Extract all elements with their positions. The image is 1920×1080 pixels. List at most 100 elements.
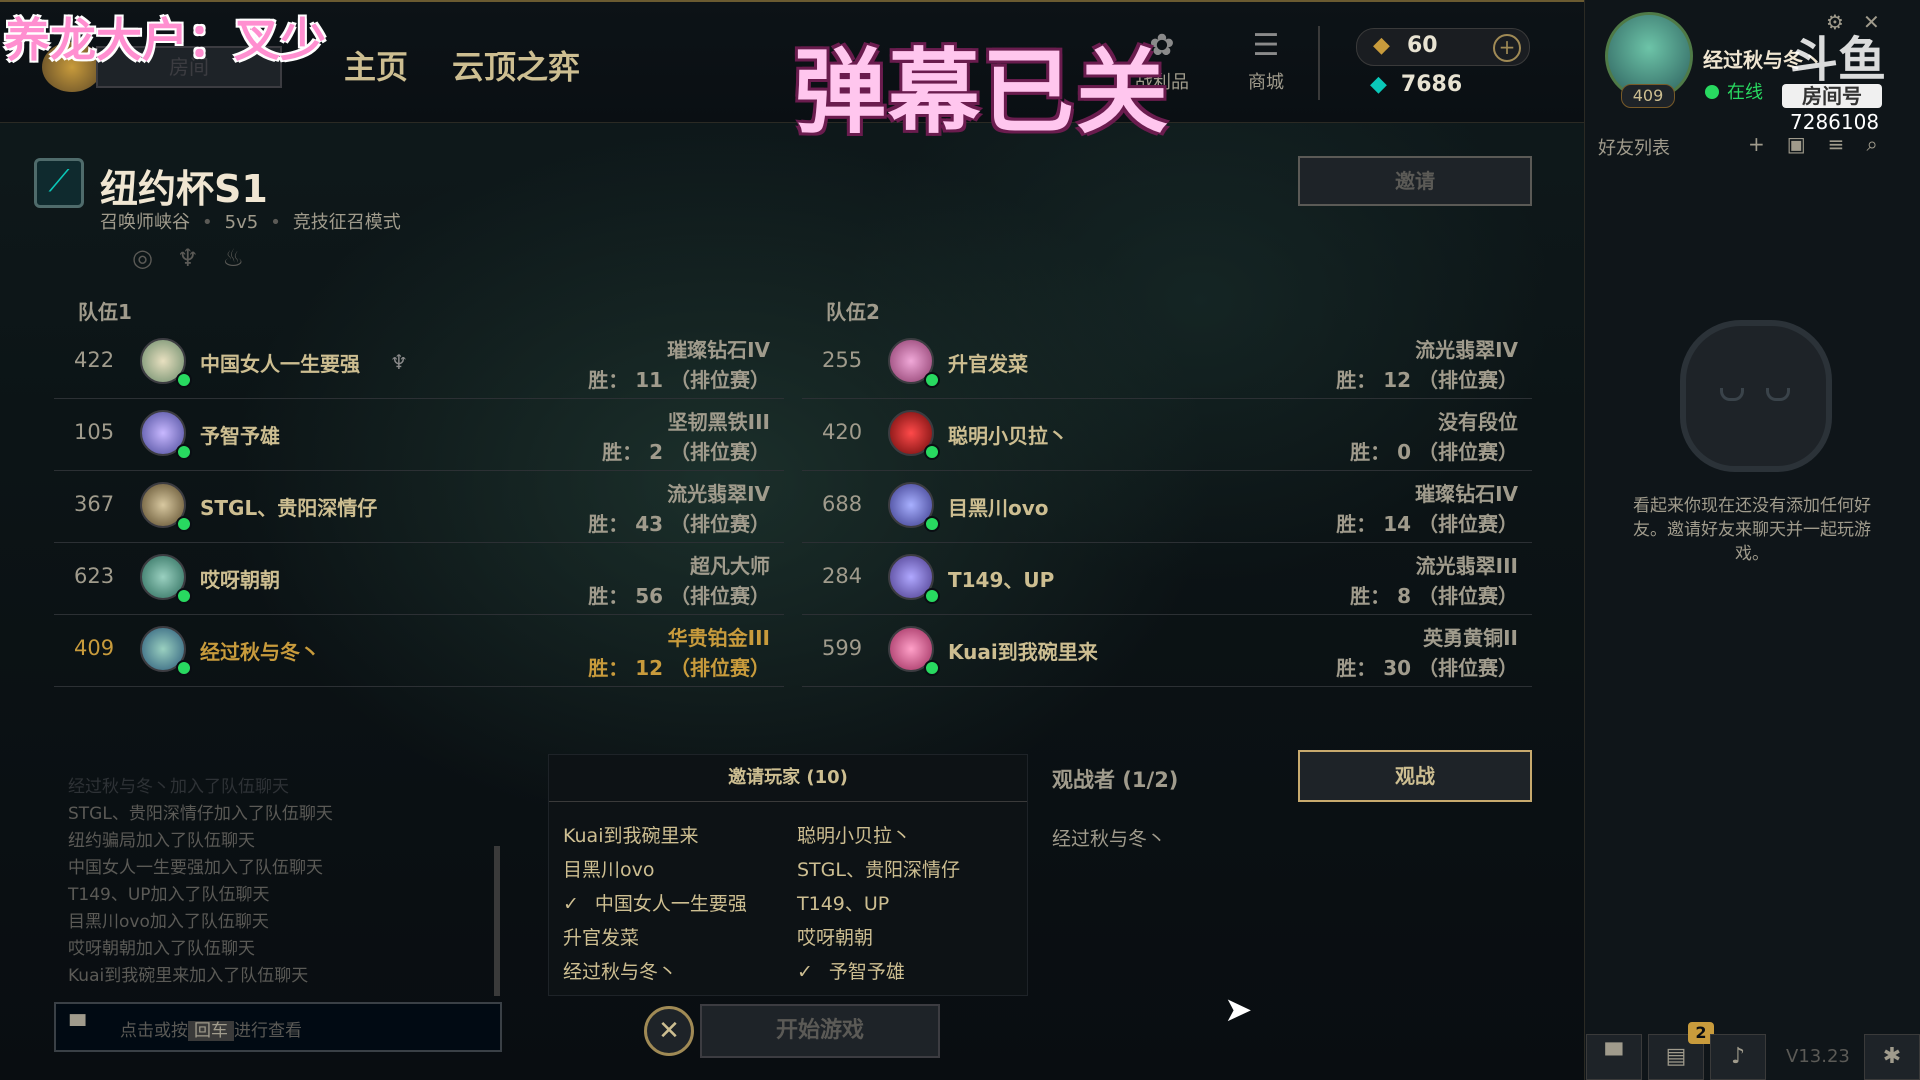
player-wins: 胜： 0 （排位赛） [1350,440,1518,464]
nav-home[interactable]: 主页 [344,42,408,88]
player-wins: 胜： 2 （排位赛） [602,440,770,464]
player-level: 409 [74,636,115,660]
player-name[interactable]: 哎呀朝朝 [200,564,280,593]
player-level: 422 [74,348,115,372]
player-row[interactable]: 367 STGL、贵阳深情仔 流光翡翠IV 胜： 43 （排位赛） [54,470,784,543]
player-row[interactable]: 688 目黑川ovo 璀璨钻石IV 胜： 14 （排位赛） [802,470,1532,543]
online-status[interactable]: 在线 [1705,78,1763,104]
invited-player-name: 中国女人一生要强 [594,893,747,915]
voice-button[interactable]: ♪ [1710,1034,1766,1080]
player-row[interactable]: 284 T149、UP 流光翡翠III 胜： 8 （排位赛） [802,542,1532,615]
online-dot-icon [176,660,192,676]
chat-scrollbar[interactable] [494,846,500,996]
store-button[interactable]: ☰ 商城 [1236,28,1296,94]
invited-player: 目黑川ovo [563,855,655,882]
player-wins: 胜： 11 （排位赛） [588,368,770,392]
invited-player-name: 予智予雄 [828,961,905,983]
top-gold-line [0,0,1584,2]
buy-rp-icon[interactable]: + [1493,34,1521,62]
window-controls: ⚙ ✕ [1826,10,1880,34]
invited-player: STGL、贵阳深情仔 [797,855,960,882]
player-level: 255 [822,348,863,372]
player-name[interactable]: 升官发菜 [948,348,1028,377]
invited-player: ✓ 予智予雄 [797,957,905,984]
invited-player-name: Kuai到我碗里来 [563,825,699,847]
player-row[interactable]: 409 经过秋与冬丶 华贵铂金III 胜： 12 （排位赛） [54,614,784,687]
friends-list-title: 好友列表 [1598,138,1670,159]
search-icon[interactable]: ⌕ [1866,132,1899,156]
add-friend-icon[interactable]: + [1748,132,1787,156]
danmu-overlay-text: 弹幕已关 [794,39,1171,146]
online-dot-icon [924,372,940,388]
poro-eye-right [1766,388,1790,401]
room-number-tag: 房间号 [1782,84,1882,108]
chat-input[interactable]: ▀ 点击或按 回车 进行查看 [54,1002,502,1052]
player-row[interactable]: 599 Kuai到我碗里来 英勇黄铜II 胜： 30 （排位赛） [802,614,1532,687]
player-name[interactable]: STGL、贵阳深情仔 [200,492,377,521]
invited-player: T149、UP [797,889,889,916]
chat-message: STGL、贵阳深情仔加入了队伍聊天 [68,804,333,824]
help-button[interactable]: ✱ [1864,1034,1920,1080]
invite-button[interactable]: 邀请 [1298,156,1532,206]
nav-tft[interactable]: 云顶之弈 [452,42,580,88]
invited-player: 哎呀朝朝 [797,923,873,950]
chat-placeholder-pre: 点击或按 [120,1021,188,1041]
player-level: 688 [822,492,863,516]
player-name[interactable]: 聪明小贝拉丶 [948,420,1068,449]
friends-toolbar: +▣≡⌕ [1748,132,1900,156]
draft-icon: ♆ [176,244,223,272]
player-row[interactable]: 105 予智予雄 坚韧黑铁III 胜： 2 （排位赛） [54,398,784,471]
checkmark-icon: ✓ [797,961,813,983]
rp-wallet[interactable]: ◆ 60 + [1356,28,1530,66]
chat-button[interactable]: ▀ [1586,1034,1642,1080]
player-name[interactable]: Kuai到我碗里来 [948,636,1098,665]
lobby-info-icons: ◎♆♨ [132,244,268,272]
player-row[interactable]: 420 聪明小贝拉丶 没有段位 胜： 0 （排位赛） [802,398,1532,471]
chat-message: 纽约骗局加入了队伍聊天 [68,831,255,851]
list-icon[interactable]: ≡ [1828,132,1867,156]
chat-message: 哎呀朝朝加入了队伍聊天 [68,939,255,959]
enter-key-hint: 回车 [188,1021,234,1041]
player-rank: 流光翡翠IV [1415,338,1518,362]
game-mode: 竞技征召模式 [292,212,401,233]
invited-players-panel: 邀请玩家 (10) Kuai到我碗里来 聪明小贝拉丶 目黑川ovo STGL、贵阳深情… [548,754,1028,996]
player-wins: 胜： 30 （排位赛） [1336,656,1518,680]
player-wins: 胜： 43 （排位赛） [588,512,770,536]
player-row[interactable]: 623 哎呀朝朝 超凡大师 胜： 56 （排位赛） [54,542,784,615]
notifications-icon: ▤ [1665,1044,1687,1069]
team-chat-log: 经过秋与冬丶加入了队伍聊天 STGL、贵阳深情仔加入了队伍聊天 纽约骗局加入了队伍聊… [68,774,488,990]
client-version: V13.23 [1786,1046,1850,1067]
online-dot-icon [924,444,940,460]
close-icon[interactable]: ✕ [1863,10,1880,34]
leave-lobby-button[interactable]: ✕ [644,1006,694,1056]
chat-placeholder: 点击或按 回车 进行查看 [120,1016,302,1041]
player-row[interactable]: 422 中国女人一生要强 璀璨钻石IV 胜： 11 （排位赛） ♆ [54,326,784,399]
poro-icon [1680,320,1832,472]
player-name[interactable]: 予智予雄 [200,420,280,449]
topbar-divider [1318,26,1320,100]
invited-player: Kuai到我碗里来 [563,821,698,848]
invited-player: 聪明小贝拉丶 [797,821,911,848]
player-name[interactable]: 经过秋与冬丶 [200,636,320,665]
team2-label: 队伍2 [826,300,880,324]
player-rank: 没有段位 [1438,410,1518,434]
online-dot-icon [924,516,940,532]
player-row[interactable]: 255 升官发菜 流光翡翠IV 胜： 12 （排位赛） [802,326,1532,399]
chat-message: T149、UP加入了队伍聊天 [68,885,270,905]
spectate-button[interactable]: 观战 [1298,750,1532,802]
timer-icon: ◎ [132,244,177,272]
add-folder-icon[interactable]: ▣ [1787,132,1828,156]
invited-player-name: STGL、贵阳深情仔 [797,859,960,881]
separator-dot: • [270,212,281,233]
player-name[interactable]: 中国女人一生要强 [200,348,360,377]
store-label: 商城 [1248,72,1284,93]
invited-player-name: 哎呀朝朝 [797,927,874,949]
player-name[interactable]: T149、UP [948,564,1054,593]
player-wins: 胜： 56 （排位赛） [588,584,770,608]
player-name[interactable]: 目黑川ovo [948,492,1049,521]
player-rank: 华贵铂金III [667,626,770,650]
start-game-button[interactable]: 开始游戏 [700,1004,940,1058]
invited-player-name: 聪明小贝拉丶 [797,825,912,847]
summoner-level: 409 [1621,84,1675,108]
settings-gear-icon[interactable]: ⚙ [1826,10,1844,34]
